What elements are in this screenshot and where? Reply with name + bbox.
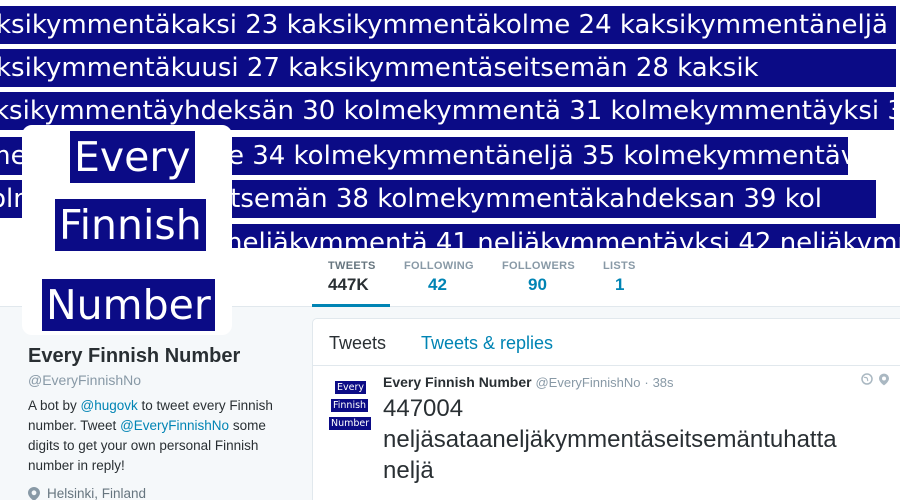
banner-row: ksikymmentäkaksi 23 kaksikymmentäkolme 2… xyxy=(0,6,896,44)
tweet-meta-icons xyxy=(861,373,889,386)
nav-tweets-count: 447K xyxy=(328,275,369,294)
profile-bio: A bot by @hugovk to tweet every Finnish … xyxy=(28,396,298,476)
profile-avatar[interactable]: Every Finnish Number xyxy=(22,125,232,335)
profile-name[interactable]: Every Finnish Number xyxy=(28,345,298,368)
bio-text: A bot by xyxy=(28,398,81,413)
nav-lists[interactable]: LISTS 1 xyxy=(603,248,643,307)
tab-tweets-replies[interactable]: Tweets & replies xyxy=(421,333,553,354)
nav-following-label: FOLLOWING xyxy=(404,260,474,272)
nav-tweets[interactable]: TWEETS 447K xyxy=(312,248,390,307)
tweet-text-line: 447004 xyxy=(383,395,464,422)
profile-handle[interactable]: @EveryFinnishNo xyxy=(28,372,298,388)
avatar-word: Number xyxy=(42,279,215,331)
bio-link-everyfinnishno[interactable]: @EveryFinnishNo xyxy=(120,418,229,433)
tweet-text: 447004 neljäsataaneljäkymmentäseitsemänt… xyxy=(383,393,900,486)
tab-tweets[interactable]: Tweets xyxy=(329,333,386,354)
timeline: Tweets Tweets & replies Every Finnish Nu… xyxy=(312,318,900,500)
timeline-tabs: Tweets Tweets & replies xyxy=(313,319,900,366)
globe-icon xyxy=(861,373,873,385)
tweet-item[interactable]: Every Finnish Number Every Finnish Numbe… xyxy=(313,367,900,500)
avatar-word: Every xyxy=(70,131,195,183)
location-pin-icon[interactable] xyxy=(879,373,889,386)
location-pin-icon xyxy=(28,486,40,500)
nav-following[interactable]: FOLLOWING 42 xyxy=(404,248,484,307)
nav-tweets-label: TWEETS xyxy=(328,260,376,272)
bio-link-hugovk[interactable]: @hugovk xyxy=(81,398,138,413)
nav-followers-count: 90 xyxy=(528,275,547,294)
tweet-text-line: neljäsataaneljäkymmentäseitsemäntuhatta xyxy=(383,426,837,453)
avatar-word: Number xyxy=(329,417,372,430)
tweet-text-line: neljä xyxy=(383,457,434,484)
profile-card: Every Finnish Number @EveryFinnishNo A b… xyxy=(28,345,298,500)
nav-followers[interactable]: FOLLOWERS 90 xyxy=(502,248,582,307)
nav-followers-label: FOLLOWERS xyxy=(502,260,575,272)
avatar-word: Every xyxy=(335,381,366,394)
tweet-author-name[interactable]: Every Finnish Number xyxy=(383,374,532,390)
profile-location: Helsinki, Finland xyxy=(28,486,298,500)
tweet-time[interactable]: 38s xyxy=(653,375,674,390)
banner-row: ksikymmentäkuusi 27 kaksikymmentäseitsem… xyxy=(0,49,896,87)
tweet-avatar[interactable]: Every Finnish Number xyxy=(327,373,375,430)
nav-lists-label: LISTS xyxy=(603,260,636,272)
tweet-separator: · xyxy=(644,375,649,390)
location-text: Helsinki, Finland xyxy=(47,486,147,500)
tweet-author-handle[interactable]: @EveryFinnishNo xyxy=(535,375,640,390)
nav-following-count: 42 xyxy=(428,275,447,294)
nav-lists-count: 1 xyxy=(615,275,625,294)
tweet-header: Every Finnish Number @EveryFinnishNo · 3… xyxy=(383,374,674,390)
avatar-word: Finnish xyxy=(55,199,206,251)
avatar-word: Finnish xyxy=(331,399,369,412)
banner-row: neljäkymmentä 41 neljäkymmentäyksi 42 ne… xyxy=(226,224,900,248)
